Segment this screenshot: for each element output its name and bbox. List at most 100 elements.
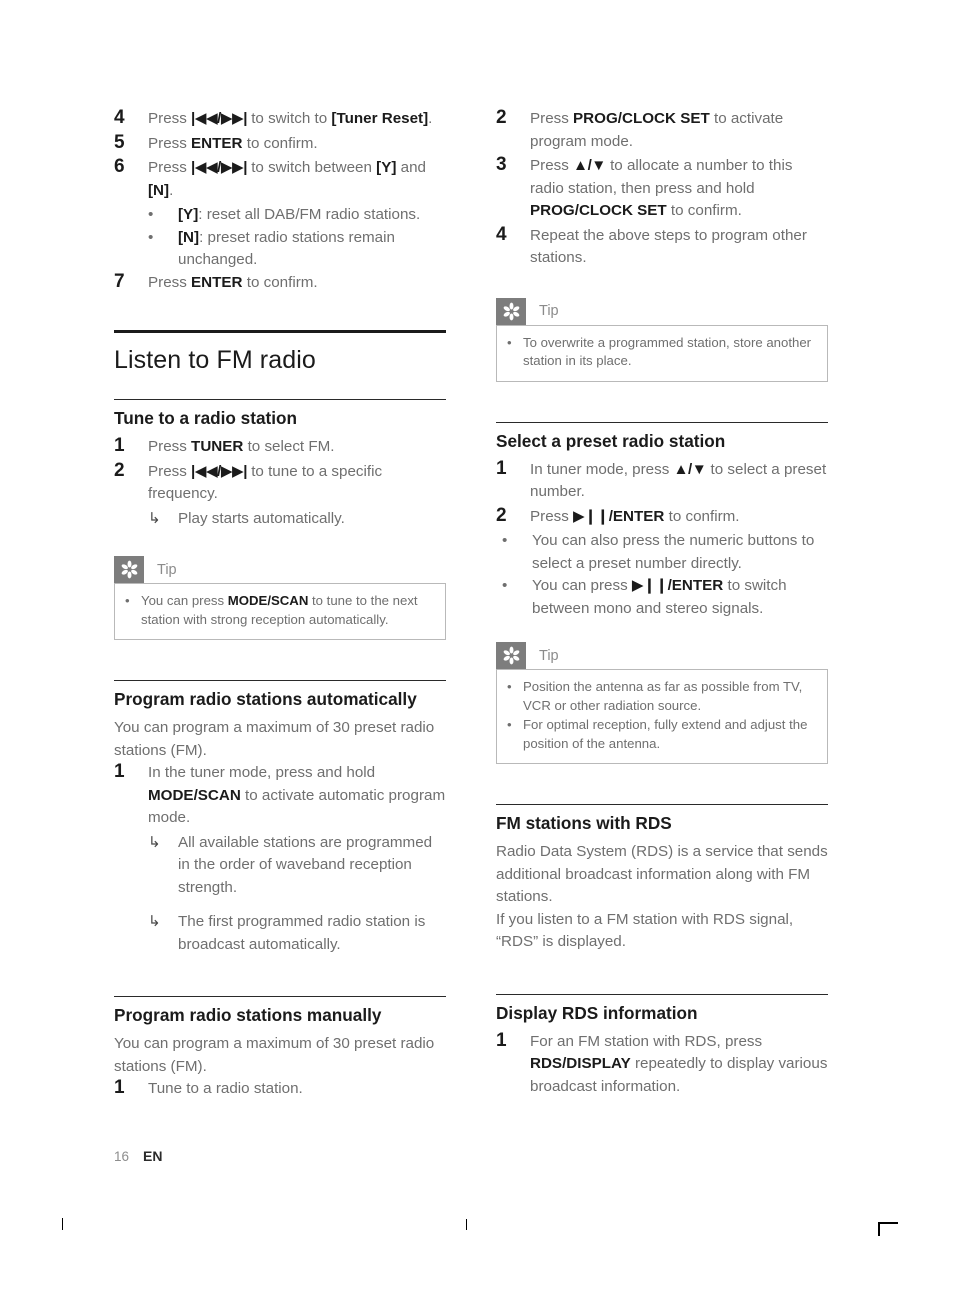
step-text: Press PROG/CLOCK SET to activate program…	[530, 108, 828, 153]
step-item: 6 Press |◀◀/▶▶| to switch between [Y] an…	[114, 156, 446, 202]
step-text-part: Press	[148, 110, 192, 127]
crop-mark-corner-horizontal	[878, 1222, 898, 1224]
bullet-text: [Y]: reset all DAB/FM radio stations.	[178, 204, 446, 227]
step-bold-term: /ENTER	[608, 507, 665, 525]
step-bold-term: TUNER	[191, 438, 244, 455]
result-item: ↳ All available stations are programmed …	[148, 832, 446, 900]
section-heading-select-preset: Select a preset radio station	[496, 430, 726, 451]
step-bold-term: [N]	[148, 181, 170, 199]
bullet-bold-term: /ENTER	[667, 577, 724, 594]
step-text-part: Press	[530, 157, 574, 174]
step-text: Press ▲/▼ to allocate a number to this r…	[530, 155, 828, 223]
rds-paragraph-1: Radio Data System (RDS) is a service tha…	[496, 843, 828, 905]
step-item: 2 Press |◀◀/▶▶| to tune to a specific fr…	[114, 459, 446, 506]
step-text: Press ENTER to confirm.	[148, 272, 446, 295]
step-number: 6	[114, 156, 125, 177]
bullet-text: [N]: preset radio stations remain unchan…	[178, 227, 446, 272]
bullet-text: You can also press the numeric buttons t…	[532, 532, 815, 572]
result-item: ↳ The first programmed radio station is …	[148, 911, 446, 956]
list-item: • [N]: preset radio stations remain unch…	[148, 227, 446, 272]
step-text-part: Press	[148, 438, 192, 455]
step-bold-term: ENTER	[191, 273, 243, 291]
step-text-part: to confirm.	[242, 273, 318, 291]
step-text: Tune to a radio station.	[148, 1080, 303, 1097]
step-text: In the tuner mode, press and hold MODE/S…	[148, 762, 446, 830]
step-text-part: to switch to	[246, 110, 332, 127]
step-bold-term: [Tuner Reset]	[331, 110, 429, 127]
asterisk-icon	[114, 556, 144, 583]
step-text-part: to confirm.	[242, 134, 318, 152]
prev-next-track-icon: |◀◀/▶▶|	[191, 462, 247, 480]
section-rule	[114, 399, 446, 400]
step-number: 4	[114, 107, 125, 128]
right-column: 2 Press PROG/CLOCK SET to activate progr…	[496, 107, 828, 1100]
page-title: Listen to FM radio	[114, 346, 316, 374]
step-text: For an FM station with RDS, press RDS/DI…	[530, 1031, 828, 1099]
step-item: 5 Press ENTER to confirm.	[114, 131, 446, 156]
step-text: In tuner mode, press ▲/▼ to select a pre…	[530, 459, 828, 504]
step-item: 2 Press PROG/CLOCK SET to activate progr…	[496, 107, 828, 153]
crop-mark-corner-vertical	[878, 1222, 880, 1236]
result-item: ↳ Play starts automatically.	[148, 508, 446, 531]
section-heading-auto-program: Program radio stations automatically	[114, 689, 417, 709]
step-text: Press |◀◀/▶▶| to tune to a specific freq…	[148, 461, 446, 506]
step-text-part: to switch between	[246, 159, 377, 176]
step-item: 4 Repeat the above steps to program othe…	[496, 223, 828, 270]
list-item: • You can also press the numeric buttons…	[496, 530, 828, 575]
prev-next-track-icon: |◀◀/▶▶|	[191, 110, 247, 127]
step-number: 2	[496, 107, 507, 128]
step-number: 1	[114, 761, 125, 782]
rds-paragraph-2: If you listen to a FM station with RDS s…	[496, 910, 794, 951]
bullet-mark: •	[502, 532, 508, 549]
step-text-part: In tuner mode, press	[530, 460, 674, 478]
step-item: 7 Press ENTER to confirm.	[114, 271, 446, 295]
section-rule	[496, 421, 828, 423]
tip-text: To overwrite a programmed station, store…	[523, 334, 812, 369]
result-text: All available stations are programmed in…	[178, 833, 433, 896]
step-number: 1	[114, 435, 125, 456]
crop-mark-left	[62, 1218, 64, 1230]
title-rule	[114, 330, 446, 333]
step-text-part: Press	[148, 134, 192, 152]
step-number: 4	[496, 223, 507, 245]
section-rule	[496, 804, 828, 805]
step-text-part: to confirm.	[666, 202, 742, 219]
step-item: 4 Press |◀◀/▶▶| to switch to [Tuner Rese…	[114, 107, 446, 131]
bullet-bold-term: [N]	[178, 228, 200, 246]
step-number: 1	[496, 1029, 507, 1051]
step-number: 1	[496, 457, 507, 479]
tip-body: • You can press MODE/SCAN to tune to the…	[114, 583, 446, 640]
step-text-part: Press	[530, 507, 574, 525]
step-text-part: Press	[530, 110, 574, 127]
step-number: 2	[114, 459, 125, 481]
bullet-bold-term: [Y]	[178, 206, 199, 223]
step-item: 3 Press ▲/▼ to allocate a number to this…	[496, 154, 828, 223]
play-pause-icon: ▶❙❙	[631, 577, 668, 594]
page-number: 16	[114, 1149, 130, 1164]
prev-next-track-icon: |◀◀/▶▶|	[191, 159, 247, 176]
tip-text: You can press MODE/SCAN to tune to the n…	[141, 592, 435, 629]
step-text: Repeat the above steps to program other …	[530, 226, 807, 267]
bullet-mark: •	[507, 717, 512, 732]
language-code: EN	[143, 1148, 163, 1164]
step-text-part: .	[169, 181, 174, 199]
result-arrow-icon: ↳	[148, 833, 161, 851]
bullet-mark: •	[507, 679, 512, 694]
tip-label: Tip	[157, 561, 177, 578]
step-text-part: Press	[148, 159, 192, 176]
step-bold-term: PROG/CLOCK SET	[573, 110, 710, 127]
step-text-part: to confirm.	[664, 507, 740, 525]
up-down-navigation-icon: ▲/▼	[673, 460, 707, 478]
tip-list-item: • Position the antenna as far as possibl…	[507, 678, 817, 715]
section-heading-fm-rds: FM stations with RDS	[496, 813, 672, 833]
section-intro-text: You can program a maximum of 30 preset r…	[114, 719, 435, 759]
bullet-text-part: : reset all DAB/FM radio stations.	[198, 206, 421, 223]
tip-list-item: • To overwrite a programmed station, sto…	[507, 334, 817, 371]
asterisk-icon	[496, 642, 526, 669]
step-number: 2	[496, 504, 507, 526]
result-text: The first programmed radio station is br…	[178, 913, 426, 953]
bullet-text-part: You can press	[532, 577, 632, 594]
crop-mark-center	[466, 1219, 468, 1230]
step-number: 5	[114, 131, 125, 153]
step-bold-term: MODE/SCAN	[148, 786, 241, 804]
